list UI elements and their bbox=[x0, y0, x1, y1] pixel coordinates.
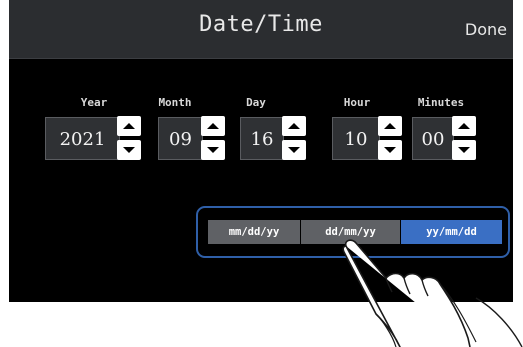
month-label: Month bbox=[158, 96, 192, 109]
year-value[interactable]: 2021 bbox=[45, 117, 120, 160]
arrow-up-icon bbox=[288, 123, 300, 129]
arrow-up-icon bbox=[384, 123, 396, 129]
minutes-down-button[interactable] bbox=[452, 140, 476, 160]
arrow-up-icon bbox=[207, 123, 219, 129]
hour-label: Hour bbox=[343, 96, 371, 109]
done-button[interactable]: Done bbox=[465, 20, 507, 39]
arrow-down-icon bbox=[384, 147, 396, 153]
month-value[interactable]: 09 bbox=[158, 117, 203, 160]
month-down-button[interactable] bbox=[201, 140, 225, 160]
day-value[interactable]: 16 bbox=[240, 117, 284, 160]
arrow-down-icon bbox=[458, 147, 470, 153]
arrow-up-icon bbox=[123, 123, 135, 129]
manual-illustration: Date/Time Done Year 2021 Month 09 Day 16 bbox=[0, 0, 523, 347]
day-up-button[interactable] bbox=[282, 116, 306, 136]
title-bar: Date/Time Done bbox=[9, 0, 513, 59]
arrow-down-icon bbox=[207, 147, 219, 153]
hour-value[interactable]: 10 bbox=[332, 117, 380, 160]
page-title: Date/Time bbox=[199, 12, 323, 37]
hour-down-button[interactable] bbox=[378, 140, 402, 160]
arrow-up-icon bbox=[458, 123, 470, 129]
pointing-hand-icon bbox=[342, 239, 523, 347]
hour-up-button[interactable] bbox=[378, 116, 402, 136]
minutes-up-button[interactable] bbox=[452, 116, 476, 136]
year-up-button[interactable] bbox=[117, 116, 141, 136]
day-down-button[interactable] bbox=[282, 140, 306, 160]
year-down-button[interactable] bbox=[117, 140, 141, 160]
minutes-label: Minutes bbox=[417, 96, 465, 109]
arrow-down-icon bbox=[123, 147, 135, 153]
minutes-value[interactable]: 00 bbox=[412, 117, 454, 160]
year-label: Year bbox=[80, 96, 108, 109]
arrow-down-icon bbox=[288, 147, 300, 153]
month-up-button[interactable] bbox=[201, 116, 225, 136]
day-label: Day bbox=[246, 96, 266, 109]
